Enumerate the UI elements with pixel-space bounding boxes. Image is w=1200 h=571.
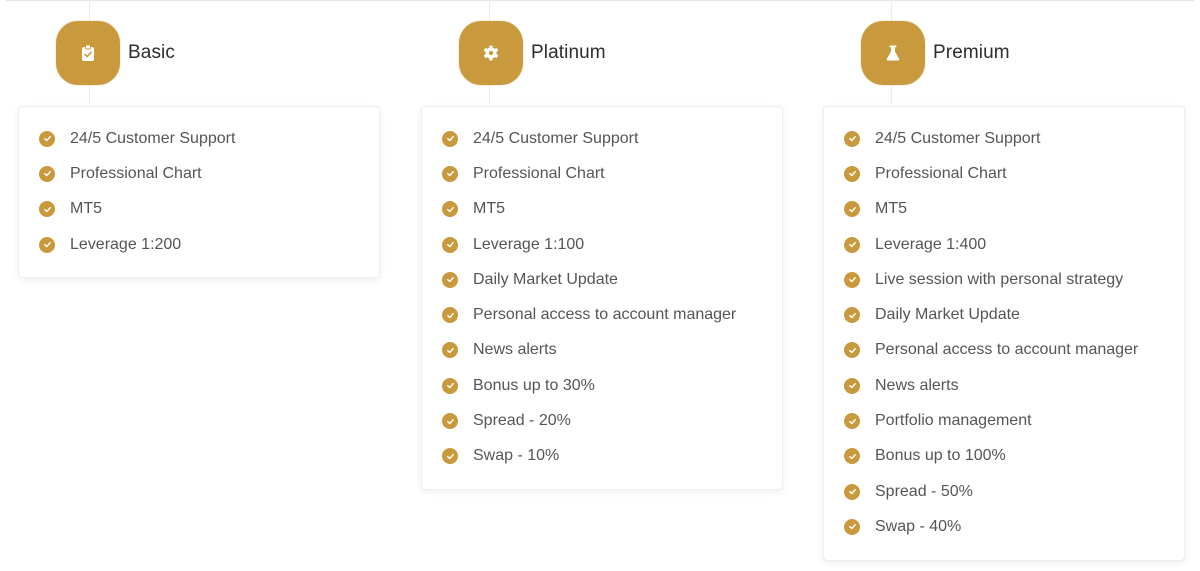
feature-label: 24/5 Customer Support	[473, 129, 639, 147]
feature-label: Spread - 50%	[875, 482, 973, 500]
feature-label: News alerts	[473, 341, 557, 359]
check-circle-icon	[39, 130, 55, 147]
feature-label: Leverage 1:100	[473, 235, 585, 253]
plan-title: Basic	[128, 42, 175, 63]
plan-card-premium: 24/5 Customer Support Professional Chart…	[823, 106, 1185, 561]
feature-label: Personal access to account manager	[875, 341, 1139, 359]
check-circle-icon	[442, 165, 458, 182]
check-circle-icon	[844, 307, 860, 324]
plan-card-platinum: 24/5 Customer Support Professional Chart…	[421, 106, 783, 490]
feature-label: Bonus up to 30%	[473, 376, 595, 394]
check-circle-icon	[442, 413, 458, 430]
feature-label: Daily Market Update	[473, 270, 618, 288]
feature-label: MT5	[70, 200, 102, 218]
check-circle-icon	[844, 377, 860, 394]
check-circle-icon	[844, 413, 860, 430]
feature-item: Bonus up to 30%	[422, 368, 782, 403]
feature-label: Swap - 40%	[875, 517, 962, 535]
feature-item: Professional Chart	[824, 156, 1184, 191]
plan-header-premium: Premium	[861, 20, 1010, 86]
check-circle-icon	[442, 377, 458, 394]
feature-item: Personal access to account manager	[422, 297, 782, 332]
feature-label: Live session with personal strategy	[875, 270, 1124, 288]
feature-item: Swap - 40%	[824, 509, 1184, 544]
check-circle-icon	[844, 271, 860, 288]
feature-label: Leverage 1:200	[70, 235, 182, 253]
feature-item: Spread - 20%	[422, 403, 782, 438]
feature-label: MT5	[875, 200, 907, 218]
check-circle-icon	[442, 201, 458, 218]
feature-label: Leverage 1:400	[875, 235, 987, 253]
feature-label: Portfolio management	[875, 412, 1032, 430]
feature-label: Personal access to account manager	[473, 306, 737, 324]
check-circle-icon	[442, 307, 458, 324]
feature-item: Professional Chart	[422, 156, 782, 191]
plan-icon-badge	[459, 21, 523, 85]
feature-label: 24/5 Customer Support	[70, 129, 236, 147]
feature-label: Professional Chart	[473, 164, 605, 182]
check-circle-icon	[844, 201, 860, 218]
check-circle-icon	[442, 342, 458, 359]
feature-item: Leverage 1:200	[19, 227, 379, 262]
plan-header-platinum: Platinum	[459, 20, 606, 86]
feature-item: MT5	[19, 192, 379, 227]
feature-item: MT5	[824, 192, 1184, 227]
feature-item: Spread - 50%	[824, 474, 1184, 509]
feature-label: 24/5 Customer Support	[875, 129, 1041, 147]
feature-item: Daily Market Update	[422, 262, 782, 297]
plan-icon-badge	[56, 21, 120, 85]
feature-item: 24/5 Customer Support	[824, 121, 1184, 156]
check-circle-icon	[844, 130, 860, 147]
flask-icon	[886, 45, 900, 61]
check-circle-icon	[39, 236, 55, 253]
check-circle-icon	[844, 518, 860, 535]
feature-item: News alerts	[824, 368, 1184, 403]
feature-item: 24/5 Customer Support	[422, 121, 782, 156]
check-circle-icon	[844, 448, 860, 465]
feature-item: Leverage 1:400	[824, 227, 1184, 262]
check-circle-icon	[39, 165, 55, 182]
plan-header-basic: Basic	[56, 20, 175, 86]
feature-label: Swap - 10%	[473, 447, 560, 465]
check-circle-icon	[844, 236, 860, 253]
feature-label: Bonus up to 100%	[875, 447, 1006, 465]
feature-label: Professional Chart	[70, 164, 202, 182]
feature-item: Personal access to account manager	[824, 333, 1184, 368]
check-circle-icon	[844, 165, 860, 182]
check-circle-icon	[442, 236, 458, 253]
check-circle-icon	[442, 130, 458, 147]
check-circle-icon	[442, 271, 458, 288]
plan-title: Platinum	[531, 42, 606, 63]
feature-item: Bonus up to 100%	[824, 439, 1184, 474]
feature-label: Professional Chart	[875, 164, 1007, 182]
feature-item: Live session with personal strategy	[824, 262, 1184, 297]
check-circle-icon	[844, 483, 860, 500]
check-circle-icon	[442, 448, 458, 465]
feature-item: Swap - 10%	[422, 439, 782, 474]
feature-item: Portfolio management	[824, 403, 1184, 438]
clipboard-check-icon	[82, 44, 94, 61]
check-circle-icon	[39, 201, 55, 218]
top-divider	[6, 0, 1194, 1]
feature-label: Spread - 20%	[473, 412, 571, 430]
feature-label: News alerts	[875, 376, 959, 394]
feature-item: News alerts	[422, 333, 782, 368]
feature-label: Daily Market Update	[875, 306, 1020, 324]
feature-item: 24/5 Customer Support	[19, 121, 379, 156]
feature-item: MT5	[422, 192, 782, 227]
feature-item: Leverage 1:100	[422, 227, 782, 262]
plan-card-basic: 24/5 Customer Support Professional Chart…	[18, 106, 380, 278]
plan-icon-badge	[861, 21, 925, 85]
feature-item: Daily Market Update	[824, 297, 1184, 332]
plan-title: Premium	[933, 42, 1010, 63]
feature-item: Professional Chart	[19, 156, 379, 191]
check-circle-icon	[844, 342, 860, 359]
feature-label: MT5	[473, 200, 505, 218]
gear-icon	[484, 45, 498, 61]
